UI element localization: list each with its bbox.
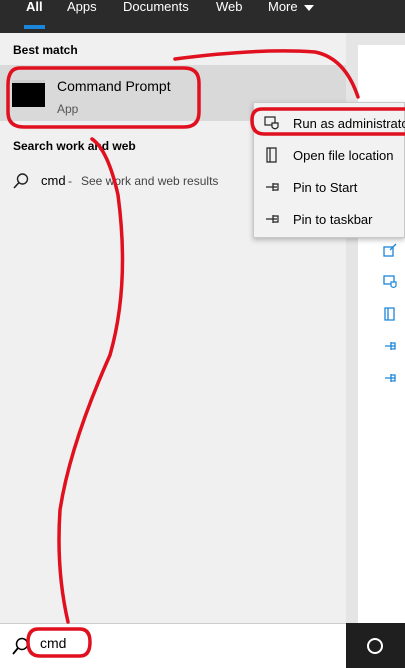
cortana-icon [367,638,383,654]
pin-icon [266,215,279,223]
best-match-subtitle: App [57,102,79,116]
cortana-button[interactable] [346,623,405,668]
search-input[interactable]: cmd [40,635,66,651]
search-icon [12,637,29,655]
menu-item-label: Run as administrator [293,116,405,131]
menu-item-open-file-location[interactable]: Open file location [254,141,405,169]
menu-item-label: Pin to taskbar [293,212,373,227]
web-result-suffix: See work and web results [81,174,219,188]
tab-apps[interactable]: Apps [67,0,97,29]
tab-documents[interactable]: Documents [123,0,189,29]
file-location-icon [266,147,277,163]
folder-location-icon[interactable] [382,306,398,322]
command-prompt-icon [12,80,45,107]
best-match-title: Command Prompt [57,78,171,94]
best-match-heading: Best match [13,43,78,57]
tab-more[interactable]: More [268,0,314,29]
pin-icon [266,183,279,191]
tab-all[interactable]: All [24,0,45,29]
chevron-down-icon [303,4,314,11]
admin-shield-icon [264,116,279,130]
search-icon [13,173,29,189]
menu-item-pin-to-taskbar[interactable]: Pin to taskbar [254,205,405,233]
menu-item-pin-to-start[interactable]: Pin to Start [254,173,405,201]
pin-taskbar-icon[interactable] [382,370,398,386]
tab-web[interactable]: Web [216,0,243,29]
search-filter-tabs: All Apps Documents Web More [0,0,405,33]
search-web-heading: Search work and web [13,139,136,153]
open-icon[interactable] [382,242,398,258]
web-result-dash: - [68,174,72,188]
context-menu: Run as administrator Open file location … [253,102,405,238]
menu-item-run-as-admin[interactable]: Run as administrator [254,109,405,137]
pin-icon[interactable] [382,338,398,354]
search-box[interactable]: cmd [0,623,346,668]
web-result-query: cmd [41,173,66,188]
menu-item-label: Pin to Start [293,180,358,195]
menu-item-label: Open file location [293,148,394,163]
shield-icon[interactable] [382,274,398,290]
tab-more-label: More [268,0,298,14]
